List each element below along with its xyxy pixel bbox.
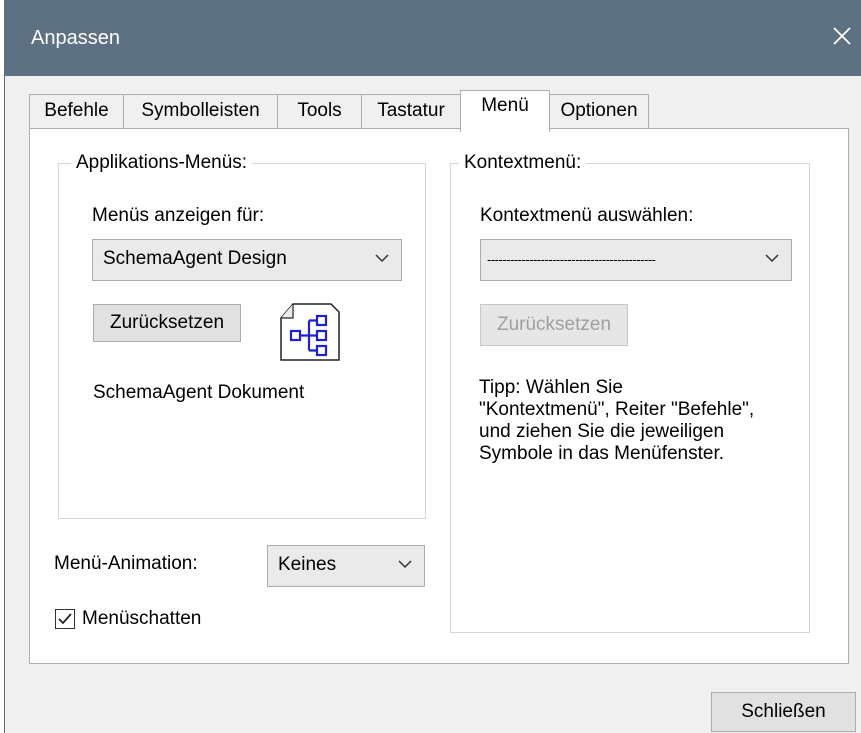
title-bar[interactable]: Anpassen (5, 0, 861, 76)
reset-context-menu-button[interactable]: Zurücksetzen (480, 304, 628, 346)
menu-animation-select[interactable]: Keines (267, 545, 425, 587)
tip-line-4: Symbole in das Menüfenster. (479, 443, 725, 464)
tab-symbolleisten[interactable]: Symbolleisten (123, 94, 278, 128)
close-button[interactable]: Schließen (711, 692, 856, 732)
context-menu-select[interactable]: ----------------------------------------… (480, 239, 792, 281)
menu-tab-panel: Applikations-Menüs: Menüs anzeigen für: … (29, 128, 849, 664)
tab-optionen[interactable]: Optionen (549, 94, 649, 128)
show-menus-for-label: Menüs anzeigen für: (92, 205, 265, 226)
customize-dialog: Anpassen Befehle Symbolleisten Tools Tas… (4, 0, 861, 733)
menu-shadow-checkbox[interactable] (55, 609, 75, 629)
tab-tastatur[interactable]: Tastatur (361, 94, 461, 128)
close-icon (833, 27, 851, 45)
context-menu-tip: Tipp: Wählen Sie "Kontextmenü", Reiter "… (479, 377, 754, 465)
reset-app-menus-button[interactable]: Zurücksetzen (93, 304, 241, 342)
app-menus-group: Applikations-Menüs: Menüs anzeigen für: … (58, 151, 426, 519)
close-window-button[interactable] (822, 16, 861, 56)
select-context-menu-label: Kontextmenü auswählen: (480, 205, 694, 226)
menu-animation-label: Menü-Animation: (54, 553, 198, 574)
chevron-down-icon (398, 560, 412, 569)
show-menus-for-select[interactable]: SchemaAgent Design (92, 239, 402, 281)
app-menus-legend: Applikations-Menüs: (71, 151, 253, 175)
checkmark-icon (58, 613, 72, 625)
tip-line-1: Tipp: Wählen Sie (479, 377, 623, 398)
menu-shadow-label: Menüschatten (82, 608, 202, 629)
tab-tools[interactable]: Tools (277, 94, 362, 128)
document-type-label: SchemaAgent Dokument (93, 382, 305, 403)
chevron-down-icon (765, 254, 779, 263)
tab-befehle[interactable]: Befehle (29, 94, 124, 128)
menu-animation-value: Keines (278, 554, 337, 575)
context-menu-group: Kontextmenü: Kontextmenü auswählen: ----… (450, 151, 810, 633)
context-menu-legend: Kontextmenü: (459, 151, 587, 175)
tip-line-2: "Kontextmenü", Reiter "Befehle", (479, 399, 755, 420)
context-menu-select-value: ----------------------------------------… (487, 252, 656, 267)
tab-menu[interactable]: Menü (460, 90, 550, 132)
schema-document-icon (280, 303, 340, 361)
chevron-down-icon (375, 254, 389, 263)
window-title: Anpassen (31, 27, 120, 49)
show-menus-for-value: SchemaAgent Design (103, 248, 287, 269)
tip-line-3: und ziehen Sie die jeweiligen (479, 421, 725, 442)
